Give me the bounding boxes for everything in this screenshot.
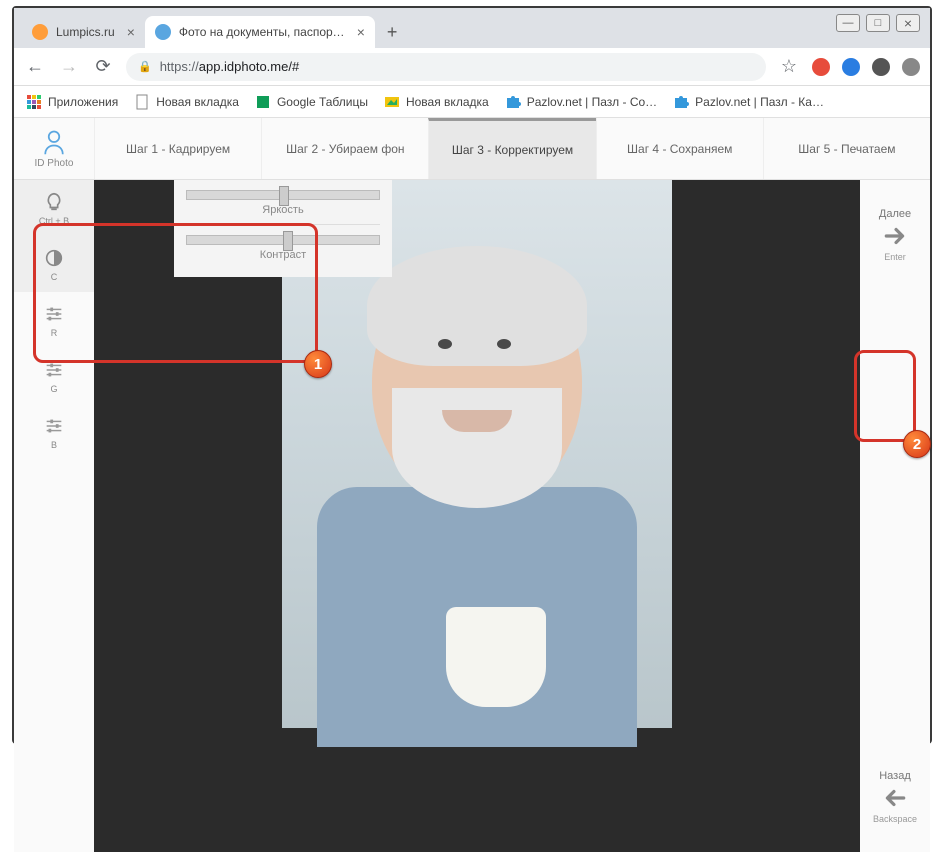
app-steps-header: ID Photo Шаг 1 - Кадрируем Шаг 2 - Убира… [14,118,930,180]
image-icon [384,94,400,110]
bookmark-star-icon[interactable]: ☆ [778,56,800,77]
brightness-tool[interactable]: Ctrl + B [14,180,94,236]
bookmark-item[interactable]: Pazlov.net | Пазл - Со… [505,94,657,110]
avatar-icon[interactable] [872,58,890,76]
back-hotkey: Backspace [873,814,917,824]
address-bar: ← → ⟳ 🔒 https://app.idphoto.me/# ☆ [14,48,930,86]
sliders-icon [43,415,65,437]
step-tab-4[interactable]: Шаг 4 - Сохраняем [596,118,763,179]
back-button[interactable]: Назад Backspace [860,770,930,824]
blue-channel-tool[interactable]: B [14,404,94,460]
new-tab-button[interactable]: + [375,22,410,43]
adjustment-panel: Яркость Контраст [174,180,392,277]
contrast-tool[interactable]: C [14,236,94,292]
bookmark-item[interactable]: Pazlov.net | Пазл - Ка… [673,94,824,110]
bookmark-apps[interactable]: Приложения [26,94,118,110]
document-icon [134,94,150,110]
step-tab-3[interactable]: Шаг 3 - Корректируем [428,118,595,179]
bookmark-label: Pazlov.net | Пазл - Ка… [695,95,824,109]
bookmark-label: Новая вкладка [156,95,239,109]
next-button[interactable]: Далее Enter [860,208,930,262]
tool-hotkey: R [51,328,58,338]
back-label: Назад [879,770,911,782]
sliders-icon [43,303,65,325]
annotation-badge-1: 1 [304,350,332,378]
next-label: Далее [879,208,911,220]
nav-forward-button[interactable]: → [58,56,80,77]
bookmarks-bar: Приложения Новая вкладка Google Таблицы … [14,86,930,118]
step-tab-2[interactable]: Шаг 2 - Убираем фон [261,118,428,179]
arrow-left-icon [882,785,908,811]
slider-thumb[interactable] [283,231,293,251]
menu-icon[interactable] [902,58,920,76]
tab-favicon-icon [155,24,171,40]
extension-icon[interactable] [842,58,860,76]
person-icon [40,128,68,156]
bookmark-item[interactable]: Новая вкладка [134,94,239,110]
bookmark-label: Приложения [48,95,118,109]
tool-hotkey: G [50,384,57,394]
sheets-icon [255,94,271,110]
tab-close-icon[interactable]: × [353,24,365,40]
bookmark-label: Pazlov.net | Пазл - Со… [527,95,657,109]
window-close-button[interactable]: ⨯ [896,14,920,32]
bookmark-item[interactable]: Новая вкладка [384,94,489,110]
bookmark-label: Новая вкладка [406,95,489,109]
puzzle-icon [505,94,521,110]
apps-grid-icon [26,94,42,110]
bulb-icon [43,191,65,213]
slider-thumb[interactable] [279,186,289,206]
url-input[interactable]: 🔒 https://app.idphoto.me/# [126,53,766,81]
tab-favicon-icon [32,24,48,40]
window-minimize-button[interactable]: — [836,14,860,32]
logo-label: ID Photo [35,158,74,169]
next-hotkey: Enter [884,252,906,262]
extensions-area [812,58,920,76]
bookmark-label: Google Таблицы [277,95,368,109]
extension-icon[interactable] [812,58,830,76]
tool-hotkey: Ctrl + B [39,216,69,226]
contrast-slider[interactable] [186,235,380,245]
photo-canvas: Яркость Контраст [94,180,860,852]
app-logo[interactable]: ID Photo [14,118,94,179]
nav-back-button[interactable]: ← [24,56,46,77]
browser-tab-strip: Lumpics.ru × Фото на документы, паспорта… [14,8,930,48]
sliders-icon [43,359,65,381]
red-channel-tool[interactable]: R [14,292,94,348]
step-tab-1[interactable]: Шаг 1 - Кадрируем [94,118,261,179]
nav-reload-button[interactable]: ⟳ [92,56,114,77]
tools-sidebar: Ctrl + B C R G B [14,180,94,852]
bookmark-item[interactable]: Google Таблицы [255,94,368,110]
url-protocol: https:// [160,59,199,74]
tab-close-icon[interactable]: × [123,24,135,40]
arrow-right-icon [882,223,908,249]
browser-tab-active[interactable]: Фото на документы, паспорта, в × [145,16,375,48]
brightness-slider[interactable] [186,190,380,200]
contrast-icon [43,247,65,269]
window-maximize-button[interactable]: □ [866,14,890,32]
annotation-badge-2: 2 [903,430,931,458]
tab-title: Lumpics.ru [56,25,115,39]
tool-hotkey: C [51,272,58,282]
tool-hotkey: B [51,440,57,450]
puzzle-icon [673,94,689,110]
tab-title: Фото на документы, паспорта, в [179,25,345,39]
lock-icon: 🔒 [138,60,152,73]
step-tab-5[interactable]: Шаг 5 - Печатаем [763,118,930,179]
url-path: app.idphoto.me/# [199,59,299,74]
nav-sidebar: Далее Enter Назад Backspace [860,180,930,852]
green-channel-tool[interactable]: G [14,348,94,404]
browser-tab[interactable]: Lumpics.ru × [22,16,145,48]
